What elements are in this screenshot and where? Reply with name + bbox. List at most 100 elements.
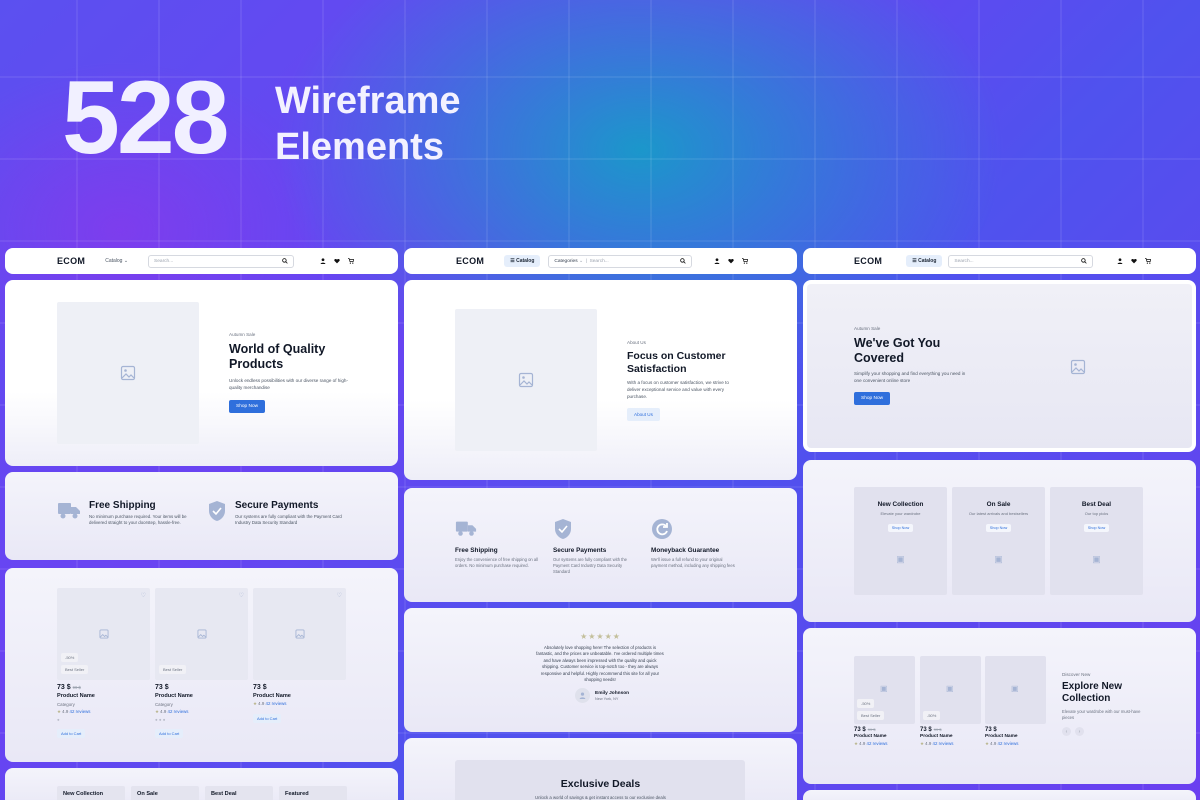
product-card[interactable]: ▣ -50% 73 $99 $ Product Name ★ 4.9 42 re…	[920, 656, 981, 747]
about-heading: Focus on Customer Satisfaction	[627, 350, 726, 375]
collection-card[interactable]: Best Deal Our top picks Shop Now ▣	[1050, 487, 1143, 595]
tab-on-sale[interactable]: On Sale	[131, 786, 199, 800]
about-eyebrow: About Us	[627, 340, 646, 345]
product-name: Product Name	[253, 693, 291, 699]
reviewer-name: Emily Johnson	[595, 690, 630, 696]
collection-title: Best Deal	[1081, 501, 1112, 508]
cart-icon[interactable]	[348, 258, 355, 264]
shop-now-button[interactable]: Shop Now	[229, 400, 266, 414]
product-name: Product Name	[155, 693, 193, 699]
collections-section: New Collection Elevate your wardrobe Sho…	[803, 460, 1196, 622]
shop-now-button[interactable]: Shop Now	[854, 392, 891, 406]
product-category: Category	[57, 702, 75, 707]
feature-title: Moneyback Guarantee	[651, 547, 720, 554]
user-icon[interactable]	[1117, 258, 1123, 264]
navbar: ECOM Catalog ⌄ Search...	[5, 248, 398, 274]
cart-icon[interactable]	[742, 258, 749, 264]
hero-image-placeholder	[57, 302, 199, 444]
heart-icon[interactable]: ♡	[337, 592, 342, 599]
cart-icon[interactable]	[1145, 258, 1152, 264]
image-icon: ▣	[946, 684, 954, 693]
search-input[interactable]: Categories ⌄ | Search...	[548, 254, 693, 268]
tab-featured[interactable]: Featured	[279, 786, 347, 800]
collection-card[interactable]: On Sale Our latest arrivals and bestsell…	[952, 487, 1045, 595]
product-name: Product Name	[57, 693, 95, 699]
user-icon[interactable]	[320, 258, 326, 264]
deals-section: Exclusive Deals Unlock a world of saving…	[404, 738, 797, 800]
next-arrow-icon[interactable]: ›	[1075, 727, 1084, 737]
product-card[interactable]: ♡ -50% Best Seller 73 $99 $ Product Name…	[57, 588, 150, 740]
search-icon	[680, 258, 687, 264]
discover-body: Elevate your wardrobe with our must-have…	[1062, 709, 1141, 721]
heart-icon[interactable]: ♡	[239, 592, 244, 599]
add-to-cart-button[interactable]: Add to Cart	[57, 729, 86, 738]
user-icon[interactable]	[714, 258, 720, 264]
best-seller-badge: Best Seller	[61, 665, 89, 674]
feature-body: Our systems are fully compliant with the…	[235, 514, 342, 526]
image-icon	[295, 629, 304, 639]
hero-title-line2: Elements	[275, 126, 444, 168]
catalog-button[interactable]: ☰ Catalog	[504, 255, 541, 267]
catalog-menu[interactable]: Catalog ⌄	[105, 258, 128, 264]
heart-icon[interactable]	[728, 258, 735, 264]
feature-body: We'll issue a full refund to your origin…	[651, 557, 735, 569]
testimonial-section: ★★★★★ Absolutely love shopping here! The…	[404, 608, 797, 732]
discount-badge: -50%	[61, 653, 79, 662]
image-icon	[99, 629, 108, 639]
image-icon: ▣	[1011, 684, 1019, 693]
logo[interactable]: ECOM	[456, 256, 484, 266]
shop-now-button[interactable]: Shop Now	[1083, 524, 1110, 532]
collection-card[interactable]: New Collection Elevate your wardrobe Sho…	[854, 487, 947, 595]
heart-icon[interactable]	[1131, 258, 1138, 264]
add-to-cart-button[interactable]: Add to Cart	[155, 729, 184, 738]
catalog-button[interactable]: ☰ Catalog	[906, 255, 943, 267]
hero-heading: We've Got You Covered	[854, 336, 941, 365]
product-name: Product Name	[920, 734, 953, 739]
truck-icon	[58, 503, 80, 519]
logo[interactable]: ECOM	[854, 256, 882, 266]
color-swatches[interactable]: ●	[57, 717, 150, 722]
search-input[interactable]: Search...	[148, 254, 295, 268]
image-icon: ▣	[880, 684, 888, 693]
discount-badge: -50%	[923, 711, 941, 720]
product-price: 73 $	[57, 684, 71, 691]
shop-now-button[interactable]: Shop Now	[887, 524, 914, 532]
search-input[interactable]: Search...	[948, 254, 1094, 268]
rating-stars: ★★★★★	[580, 632, 621, 641]
feature-body: Enjoy the convenience of free shipping o…	[455, 557, 539, 569]
hero-heading: World of Quality Products	[229, 342, 326, 371]
image-icon	[1070, 359, 1086, 375]
prev-arrow-icon[interactable]: ‹	[1062, 727, 1071, 737]
shop-now-button[interactable]: Shop Now	[985, 524, 1012, 532]
about-us-button[interactable]: About Us	[627, 408, 660, 422]
best-seller-badge: Best Seller	[857, 711, 885, 720]
hero-eyebrow: Autumn Sale	[854, 326, 881, 331]
new-collection-section: ▣ -50% Best Seller 73 $99 $ Product Name…	[803, 628, 1196, 784]
product-card[interactable]: ▣ 73 $ Product Name ★ 4.9 42 reviews	[985, 656, 1046, 747]
heart-icon[interactable]	[334, 258, 340, 264]
next-section-peek	[803, 790, 1196, 800]
truck-icon	[455, 521, 477, 536]
image-icon	[518, 372, 534, 388]
add-to-cart-button[interactable]: Add to Cart	[253, 714, 282, 723]
image-icon: ▣	[994, 554, 1003, 564]
product-card[interactable]: ♡ 73 $ Product Name ★ 4.9 42 reviews Add…	[253, 588, 346, 725]
star-icon: ★	[985, 741, 989, 746]
product-category: Category	[155, 702, 173, 707]
logo[interactable]: ECOM	[57, 256, 85, 266]
image-icon: ▣	[896, 554, 905, 564]
navbar: ECOM ☰ Catalog Search...	[803, 248, 1196, 274]
avatar	[575, 688, 590, 703]
feature-body: No minimum purchase required. Your items…	[89, 514, 187, 526]
reviewer-location: New York, NY	[595, 696, 619, 701]
product-card[interactable]: ♡ Best Seller 73 $ Product Name Category…	[155, 588, 248, 740]
product-card[interactable]: ▣ -50% Best Seller 73 $99 $ Product Name…	[854, 656, 915, 747]
search-icon	[1081, 258, 1088, 264]
color-swatches[interactable]: ● ● ●	[155, 717, 248, 722]
product-price: 73 $	[253, 684, 267, 691]
star-icon: ★	[155, 709, 159, 714]
tab-new-collection[interactable]: New Collection	[57, 786, 125, 800]
product-price: 73 $	[920, 727, 932, 733]
heart-icon[interactable]: ♡	[141, 592, 146, 599]
tab-best-deal[interactable]: Best Deal	[205, 786, 273, 800]
